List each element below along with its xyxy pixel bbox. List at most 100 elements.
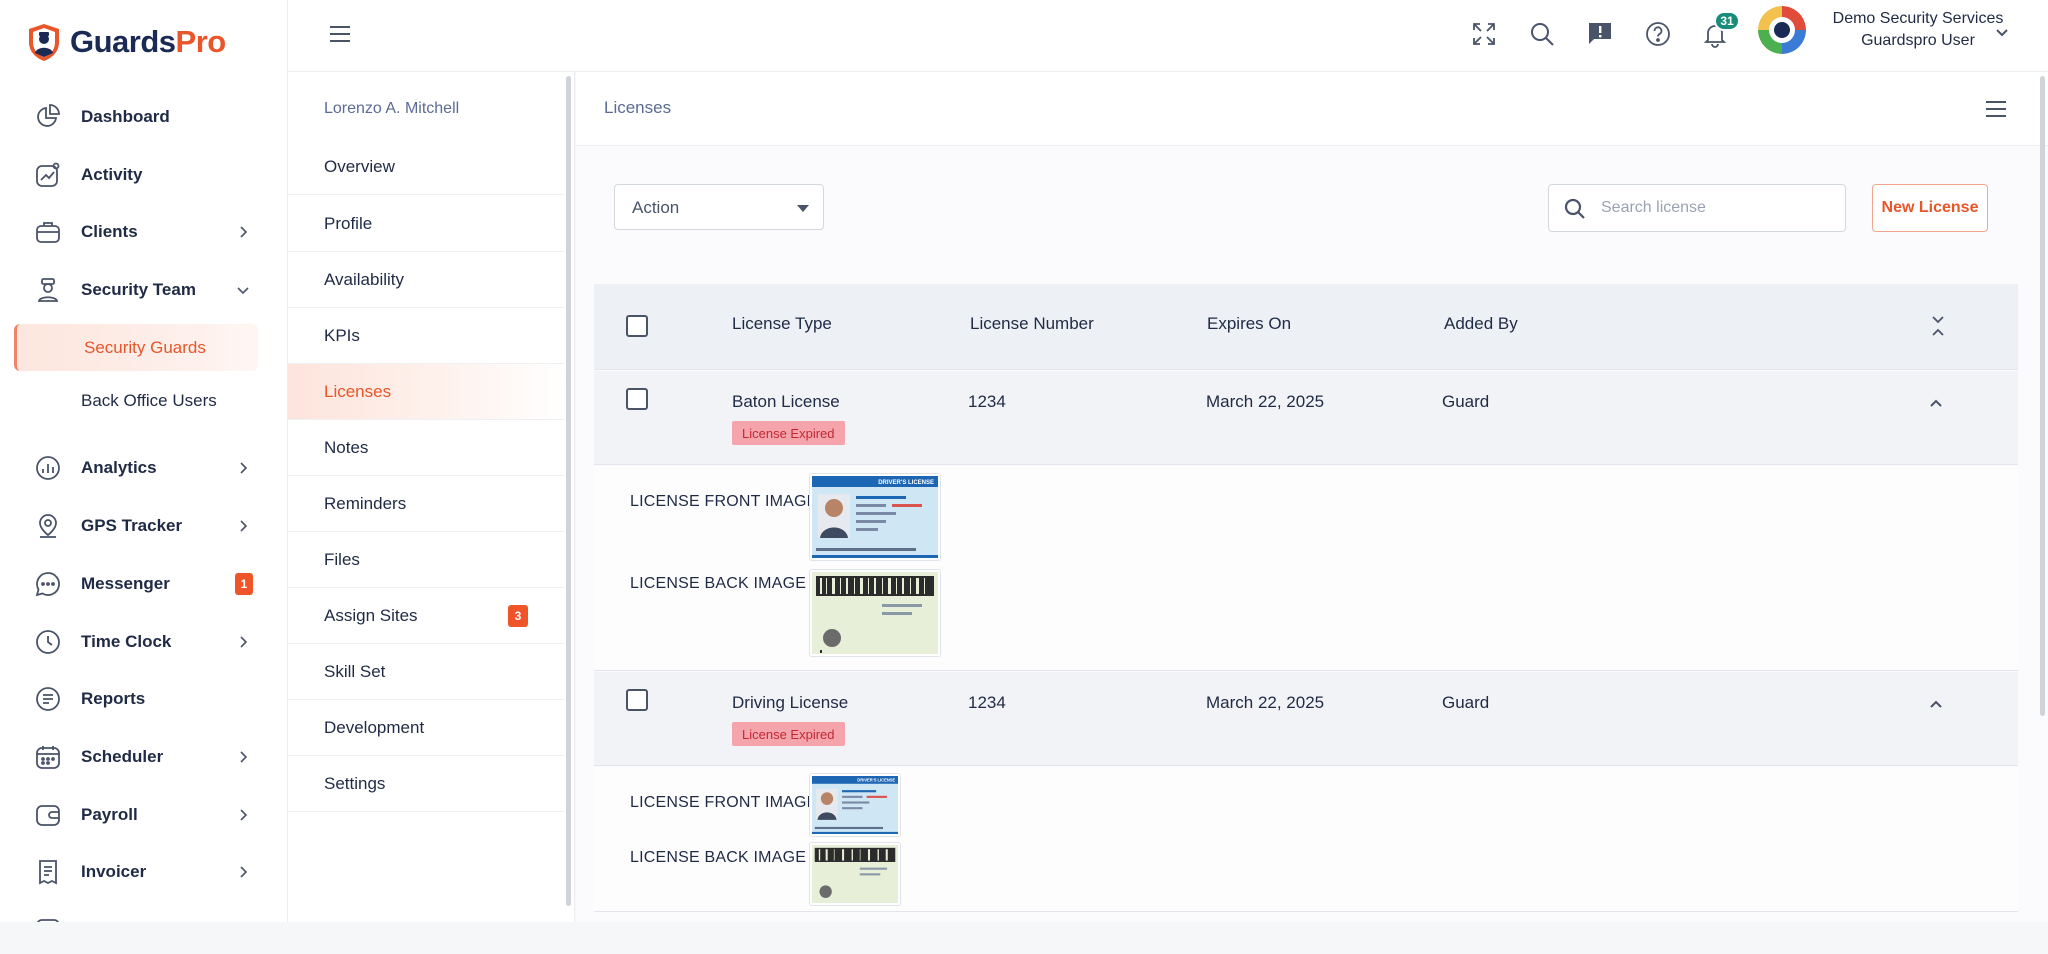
tab-files[interactable]: Files xyxy=(288,532,564,588)
tab-overview[interactable]: Overview xyxy=(288,139,564,195)
license-back-image[interactable] xyxy=(810,570,940,656)
sidebar-item-activity[interactable]: Activity xyxy=(0,153,287,197)
user-info[interactable]: Demo Security Services Guardspro User xyxy=(1818,8,2018,52)
row-detail: LICENSE FRONT IMAGE DRIVER'S LICENSE LIC… xyxy=(594,466,2018,671)
expires-on: March 22, 2025 xyxy=(1206,693,1325,712)
tab-skill-set[interactable]: Skill Set xyxy=(288,644,564,700)
expires-on: March 22, 2025 xyxy=(1206,392,1325,411)
pie-chart-icon xyxy=(37,104,60,127)
sidebar-item-security-guards[interactable]: Security Guards xyxy=(14,324,258,371)
briefcase-icon xyxy=(36,222,60,243)
sidebar-item-label: Payroll xyxy=(81,805,138,824)
action-dropdown-label: Action xyxy=(632,198,680,217)
license-back-picture xyxy=(812,845,898,903)
user-organization: Demo Security Services xyxy=(1832,10,2004,27)
chevron-right-icon xyxy=(240,636,248,648)
panel-header: Licenses xyxy=(576,72,2048,146)
chevron-up-icon[interactable] xyxy=(1927,394,1945,412)
sidebar-item-dashboard[interactable]: Dashboard xyxy=(0,95,287,139)
guard-icon xyxy=(37,278,59,302)
sidebar-item-more[interactable] xyxy=(0,907,287,922)
guard-profile-nav: Lorenzo A. Mitchell Overview Profile Ava… xyxy=(288,72,575,922)
chevron-up-icon[interactable] xyxy=(1927,695,1945,713)
sidebar-item-reports[interactable]: Reports xyxy=(0,677,287,721)
logo[interactable]: GuardsPro xyxy=(26,22,226,62)
added-by: Guard xyxy=(1442,693,1490,712)
sidebar-item-scheduler[interactable]: Scheduler xyxy=(0,735,287,779)
hamburger-menu-icon[interactable] xyxy=(328,24,352,44)
table-row[interactable]: Baton License 1234 March 22, 2025 Guard … xyxy=(594,371,2018,465)
tab-label: Development xyxy=(324,717,425,737)
sidebar-item-clients[interactable]: Clients xyxy=(0,210,287,254)
top-header: 31 Demo Security Services Guardspro User xyxy=(288,0,2048,72)
app-root: GuardsPro Dashboard Activity Clients Sec… xyxy=(0,0,2048,954)
activity-chart-icon xyxy=(36,162,60,187)
table-header: License Type License Number Expires On A… xyxy=(594,284,2018,370)
column-header-license-number[interactable]: License Number xyxy=(970,314,1094,334)
license-front-image[interactable]: DRIVER'S LICENSE xyxy=(810,774,900,836)
sidebar-item-gps-tracker[interactable]: GPS Tracker xyxy=(0,504,287,548)
page-title: Licenses xyxy=(604,98,672,117)
search-input[interactable] xyxy=(1601,195,1831,221)
license-front-label: LICENSE FRONT IMAGE xyxy=(630,794,818,811)
license-back-picture xyxy=(812,572,938,654)
tab-availability[interactable]: Availability xyxy=(288,252,564,308)
license-front-image[interactable]: DRIVER'S LICENSE xyxy=(810,474,940,560)
chevron-down-icon xyxy=(237,287,249,295)
calendar-icon xyxy=(36,746,60,769)
chat-icon xyxy=(35,572,60,597)
report-icon xyxy=(36,687,60,711)
tab-notes[interactable]: Notes xyxy=(288,420,564,476)
sidebar-item-analytics[interactable]: Analytics xyxy=(0,446,287,490)
action-dropdown[interactable]: Action xyxy=(614,184,824,230)
column-header-license-type[interactable]: License Type xyxy=(732,314,832,334)
select-all-checkbox[interactable] xyxy=(626,315,648,337)
card-title-text: DRIVER'S LICENSE xyxy=(857,778,895,783)
tab-assign-sites[interactable]: Assign Sites 3 xyxy=(288,588,564,644)
collapse-all-icon[interactable] xyxy=(1930,314,1946,338)
subpanel-scrollbar[interactable] xyxy=(566,76,571,906)
search-field[interactable] xyxy=(1548,184,1846,232)
tab-licenses[interactable]: Licenses xyxy=(288,364,564,420)
main-scrollbar[interactable] xyxy=(2040,76,2045,716)
search-icon xyxy=(1564,198,1585,219)
tab-label: Notes xyxy=(324,437,369,457)
tab-development[interactable]: Development xyxy=(288,700,564,756)
license-back-image[interactable] xyxy=(810,843,900,905)
feedback-icon[interactable] xyxy=(1586,20,1614,48)
row-checkbox[interactable] xyxy=(626,689,648,711)
tab-settings[interactable]: Settings xyxy=(288,756,564,812)
invoice-icon xyxy=(39,860,57,885)
sidebar-item-label: Scheduler xyxy=(81,747,164,766)
tab-reminders[interactable]: Reminders xyxy=(288,476,564,532)
avatar-image xyxy=(1758,6,1806,54)
tab-label: Availability xyxy=(324,269,405,289)
row-checkbox[interactable] xyxy=(626,388,648,410)
sidebar-item-security-team[interactable]: Security Team xyxy=(0,268,287,312)
tab-label: Skill Set xyxy=(324,661,386,681)
column-header-added-by[interactable]: Added By xyxy=(1444,314,1518,334)
tab-label: KPIs xyxy=(324,325,360,345)
tab-profile[interactable]: Profile xyxy=(288,196,564,252)
new-license-button[interactable]: New License xyxy=(1872,184,1988,232)
sidebar-item-back-office-users[interactable]: Back Office Users xyxy=(0,379,287,423)
expand-icon[interactable] xyxy=(1470,20,1498,48)
column-header-expires-on[interactable]: Expires On xyxy=(1207,314,1291,334)
license-front-label: LICENSE FRONT IMAGE xyxy=(630,493,818,510)
avatar[interactable] xyxy=(1758,6,1806,54)
bottom-strip xyxy=(0,922,2048,954)
wallet-icon xyxy=(36,805,60,826)
menu-icon[interactable] xyxy=(1984,99,2008,119)
chevron-down-icon[interactable] xyxy=(1994,24,2010,40)
clock-icon xyxy=(36,630,60,654)
tab-kpis[interactable]: KPIs xyxy=(288,308,564,364)
help-icon[interactable] xyxy=(1644,20,1672,48)
sidebar-item-messenger[interactable]: Messenger 1 xyxy=(0,562,287,606)
table-row[interactable]: Driving License 1234 March 22, 2025 Guar… xyxy=(594,672,2018,766)
sidebar-item-payroll[interactable]: Payroll xyxy=(0,793,287,837)
search-icon[interactable] xyxy=(1528,20,1556,48)
bar-chart-icon xyxy=(36,456,60,480)
guard-name: Lorenzo A. Mitchell xyxy=(324,100,460,117)
sidebar-item-time-clock[interactable]: Time Clock xyxy=(0,620,287,664)
sidebar-item-invoicer[interactable]: Invoicer xyxy=(0,850,287,894)
